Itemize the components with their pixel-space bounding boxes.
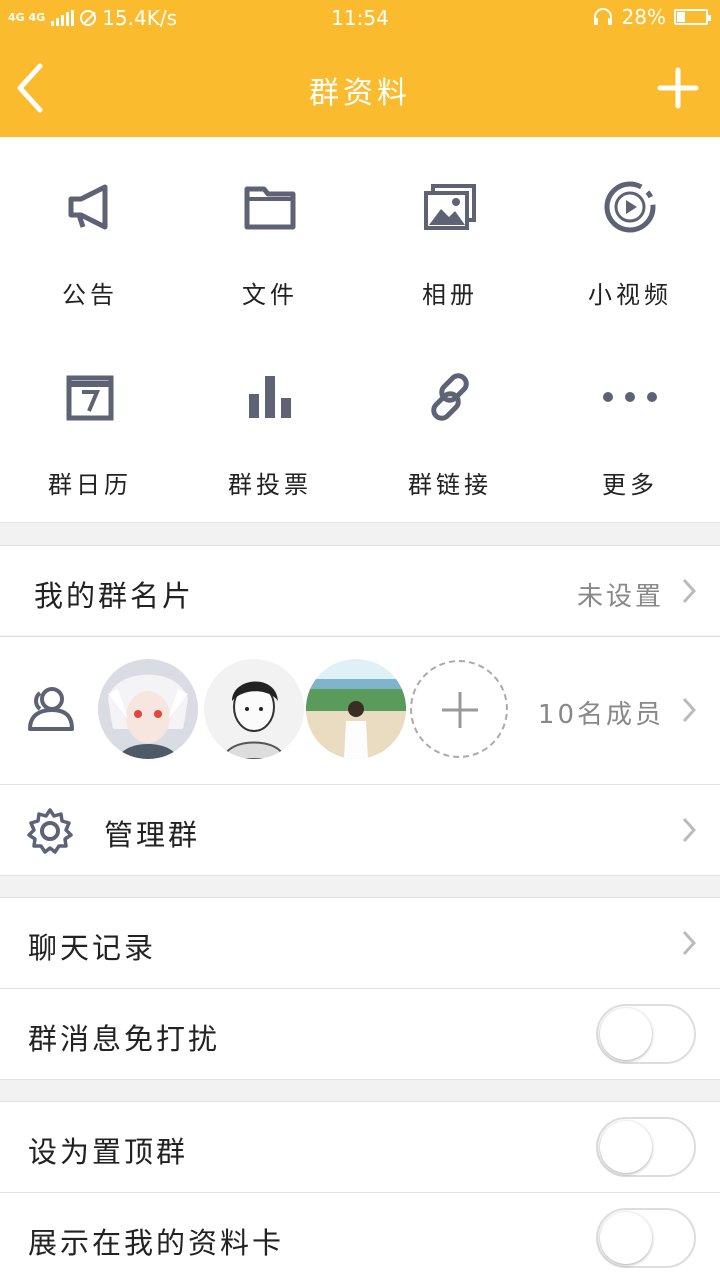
row-label: 设为置顶群: [28, 1135, 189, 1169]
mute-toggle[interactable]: [596, 1004, 696, 1064]
row-group-card[interactable]: 我的群名片 未设置: [0, 545, 720, 635]
chevron-right-icon: [682, 697, 696, 723]
grid-item-label: 相册: [422, 281, 478, 309]
row-label: 聊天记录: [28, 931, 157, 965]
row-label: 群消息免打扰: [28, 1022, 221, 1056]
album-icon: [424, 184, 476, 230]
grid-item-short-video[interactable]: 小视频: [540, 137, 720, 327]
grid-item-vote[interactable]: 群投票: [180, 327, 360, 517]
row-manage-group[interactable]: 管理群: [0, 785, 720, 875]
headset-icon: [593, 8, 612, 25]
member-avatar[interactable]: [98, 659, 198, 759]
toggle-knob: [600, 1008, 652, 1060]
row-label: 展示在我的资料卡: [28, 1226, 285, 1260]
members-icon: [28, 687, 74, 731]
gear-icon: [27, 808, 73, 854]
grid-item-files[interactable]: 文件: [180, 137, 360, 327]
row-show-on-profile: 展示在我的资料卡: [0, 1193, 720, 1280]
grid-item-link[interactable]: 群链接: [360, 327, 540, 517]
header: 4G 4G 15.4K/s 11:54 28% 群资料: [0, 0, 720, 137]
toggle-knob: [600, 1121, 652, 1173]
chevron-right-icon: [682, 817, 696, 843]
feature-grid: 公告 文件 相册 小视频 群日历 群投票 群链接 更多: [0, 137, 720, 523]
add-icon[interactable]: [656, 66, 700, 110]
grid-item-label: 更多: [602, 471, 658, 499]
toggle-knob: [600, 1212, 652, 1264]
grid-item-calendar[interactable]: 群日历: [0, 327, 180, 517]
pin-toggle[interactable]: [596, 1117, 696, 1177]
grid-item-label: 小视频: [588, 281, 672, 309]
battery-icon: [674, 9, 711, 25]
divider: [0, 1079, 720, 1080]
grid-item-label: 文件: [242, 281, 298, 309]
member-avatar[interactable]: [306, 659, 406, 759]
row-members[interactable]: 10名成员: [0, 637, 720, 784]
divider: [0, 875, 720, 876]
row-pin: 设为置顶群: [0, 1101, 720, 1192]
link-icon: [431, 373, 469, 421]
show-card-toggle[interactable]: [596, 1208, 696, 1268]
more-dots-icon: [603, 392, 657, 402]
title-bar: 群资料: [0, 36, 720, 137]
grid-item-label: 群链接: [408, 471, 492, 499]
grid-item-announcement[interactable]: 公告: [0, 137, 180, 327]
battery-percent: 28%: [621, 5, 666, 29]
grid-item-album[interactable]: 相册: [360, 137, 540, 327]
plus-icon: [442, 692, 478, 728]
grid-item-label: 群日历: [48, 471, 132, 499]
chevron-right-icon: [682, 578, 696, 604]
row-chat-history[interactable]: 聊天记录: [0, 897, 720, 988]
video-icon: [604, 181, 656, 233]
row-label: 我的群名片: [34, 579, 195, 613]
calendar-icon: [66, 375, 114, 421]
page-title: 群资料: [309, 76, 411, 111]
member-avatar[interactable]: [204, 659, 304, 759]
grid-item-more[interactable]: 更多: [540, 327, 720, 517]
chevron-right-icon: [682, 930, 696, 956]
row-label: 管理群: [104, 818, 201, 852]
vote-chart-icon: [249, 376, 291, 418]
row-mute: 群消息免打扰: [0, 989, 720, 1079]
row-value: 未设置: [576, 582, 664, 612]
grid-item-label: 公告: [62, 281, 118, 309]
folder-icon: [244, 186, 296, 230]
status-bar: 4G 4G 15.4K/s 11:54 28%: [0, 0, 720, 36]
member-count: 10名成员: [537, 700, 664, 730]
add-member-button[interactable]: [410, 660, 508, 758]
grid-item-label: 群投票: [228, 471, 312, 499]
megaphone-icon: [68, 184, 108, 230]
